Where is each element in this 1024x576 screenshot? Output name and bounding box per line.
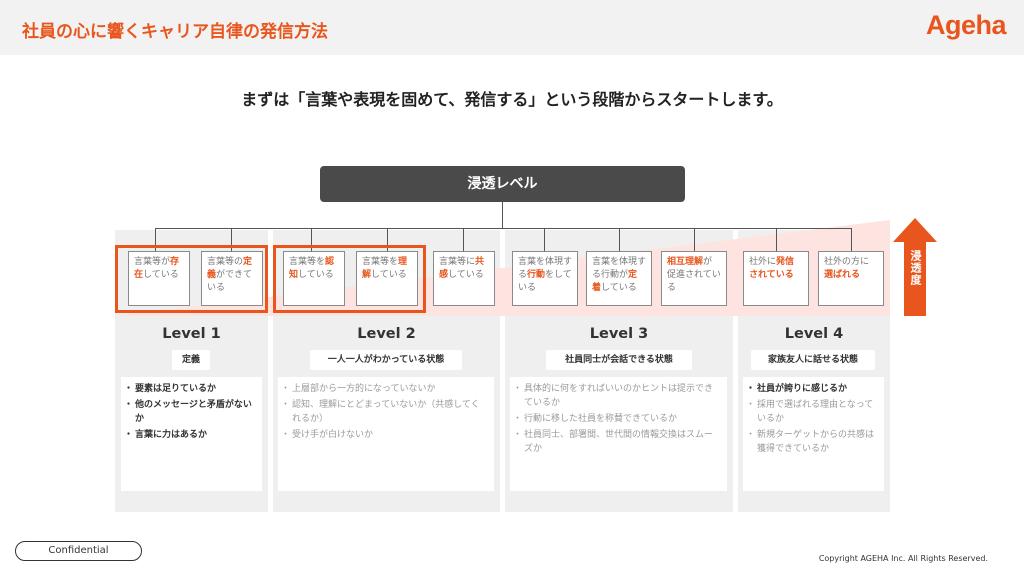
- tree-drop: [694, 228, 695, 251]
- level-2-highlight-frame: [273, 245, 426, 313]
- card-chosen: 社外の方に選ばれる: [818, 251, 884, 306]
- penetration-level-root: 浸透レベル: [320, 166, 685, 202]
- tree-drop: [619, 228, 620, 251]
- tree-bar: [155, 228, 851, 229]
- level-4-questions: 社員が誇りに感じるか 採用で選ばれる理由となっているか 新規ターゲットからの共感…: [743, 377, 884, 491]
- tree-drop: [544, 228, 545, 251]
- card-act: 言葉を体現する行動をしている: [512, 251, 578, 306]
- question-item: 社員が誇りに感じるか: [746, 382, 878, 396]
- card-establish: 言葉を体現する行動が定着している: [586, 251, 652, 306]
- level-4-label: Level 4: [784, 326, 844, 342]
- copyright: Copyright AGEHA Inc. All Rights Reserved…: [818, 554, 988, 563]
- tree-stem: [502, 202, 503, 228]
- question-item: 新規ターゲットからの共感は獲得できているか: [746, 428, 878, 456]
- level-1-label: Level 1: [162, 326, 221, 342]
- level-2-pill: 一人一人がわかっている状態: [310, 350, 462, 370]
- level-3-pill: 社員同士が会話できる状態: [546, 350, 692, 370]
- question-item: 受け手が白けないか: [281, 428, 488, 442]
- penetration-degree-label: 浸透度: [909, 250, 922, 286]
- question-item: 要素は足りているか: [124, 382, 256, 396]
- level-3-questions: 具体的に何をすればいいのかヒントは提示できているか 行動に移した社員を称賛できて…: [510, 377, 727, 491]
- card-broadcast: 社外に発信されている: [743, 251, 809, 306]
- question-item: 社員同士、部署間、世代間の情報交換はスムーズか: [513, 428, 721, 456]
- tree-drop: [851, 228, 852, 251]
- level-3-label: Level 3: [589, 326, 649, 342]
- tree-drop: [463, 228, 464, 251]
- level-1-questions: 要素は足りているか 他のメッセージと矛盾がないか 言葉に力はあるか: [121, 377, 262, 491]
- question-item: 言葉に力はあるか: [124, 428, 256, 442]
- level-1-highlight-frame: [115, 245, 268, 313]
- question-item: 採用で選ばれる理由となっているか: [746, 398, 878, 426]
- question-item: 認知、理解にとどまっていないか（共感してくれるか）: [281, 398, 488, 426]
- question-item: 行動に移した社員を称賛できているか: [513, 412, 721, 426]
- card-empathize: 言葉等に共感している: [433, 251, 495, 306]
- level-2-questions: 上層部から一方的になっていないか 認知、理解にとどまっていないか（共感してくれる…: [278, 377, 494, 491]
- card-mutual-understanding: 相互理解が促進されている: [661, 251, 727, 306]
- level-1-pill: 定義: [172, 350, 210, 370]
- level-2-label: Level 2: [357, 326, 416, 342]
- level-4-pill: 家族友人に話せる状態: [751, 350, 875, 370]
- question-item: 具体的に何をすればいいのかヒントは提示できているか: [513, 382, 721, 410]
- confidential-badge: Confidential: [15, 541, 142, 561]
- question-item: 他のメッセージと矛盾がないか: [124, 398, 256, 426]
- tree-drop: [776, 228, 777, 251]
- question-item: 上層部から一方的になっていないか: [281, 382, 488, 396]
